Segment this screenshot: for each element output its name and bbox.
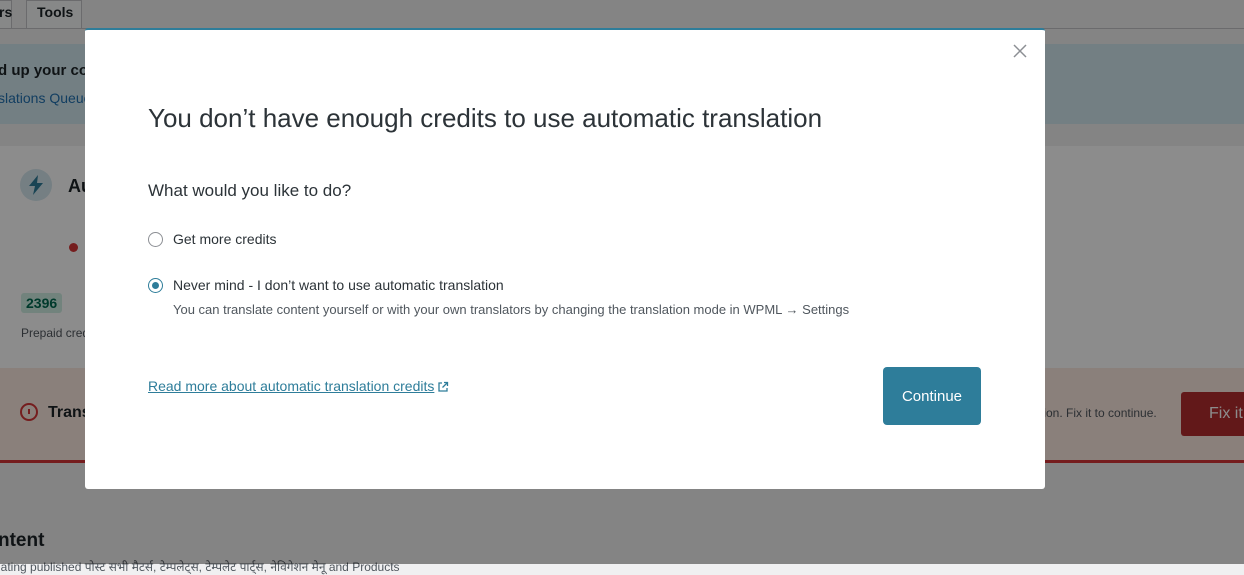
- option-description: You can translate content yourself or wi…: [173, 302, 850, 317]
- read-more-credits-link[interactable]: Read more about automatic translation cr…: [148, 378, 449, 394]
- continue-button[interactable]: Continue: [883, 367, 981, 425]
- option-label: Never mind - I don’t want to use automat…: [173, 277, 504, 293]
- option-get-more-credits[interactable]: Get more credits: [148, 231, 276, 247]
- insufficient-credits-dialog: You don’t have enough credits to use aut…: [85, 28, 1045, 489]
- radio-get-more-credits[interactable]: [148, 232, 163, 247]
- dialog-question: What would you like to do?: [148, 181, 352, 200]
- close-icon[interactable]: [1010, 41, 1030, 61]
- radio-never-mind[interactable]: [148, 278, 163, 293]
- read-more-link-text: Read more about automatic translation cr…: [148, 378, 435, 394]
- option-label: Get more credits: [173, 231, 277, 247]
- external-link-icon: [438, 381, 449, 392]
- dialog-title: You don’t have enough credits to use aut…: [148, 103, 823, 133]
- option-never-mind[interactable]: Never mind - I don’t want to use automat…: [148, 277, 504, 293]
